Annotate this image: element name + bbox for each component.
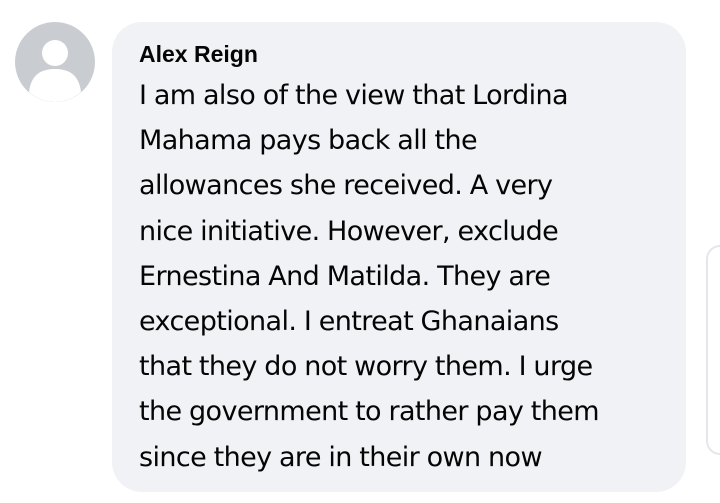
comment-author-name[interactable]: Alex Reign: [139, 41, 666, 67]
comment-text-line: Mahama pays back all the: [139, 125, 478, 157]
comment-text-line: that they do not worry them. I urge: [139, 351, 593, 383]
comment-bubble: Alex Reign I am also of the view that Lo…: [112, 22, 686, 492]
comment-text-line: nice initiative. However, exclude: [139, 215, 559, 247]
default-user-silhouette-icon: [29, 40, 81, 102]
adjacent-panel-edge: [706, 245, 720, 455]
comment-text-line: allowances she received. A very: [139, 170, 553, 202]
comment-text-line: Ernestina And Matilda. They are: [139, 260, 551, 292]
comment-text-line: the government to rather pay them: [139, 396, 600, 428]
comment-text-line: I am also of the view that Lordina: [139, 80, 569, 111]
avatar[interactable]: [15, 22, 95, 102]
comment-text: I am also of the view that Lordina Maham…: [139, 73, 666, 480]
comment-text-line: since they are in their own now: [139, 441, 543, 473]
comment-text-line: exceptional. I entreat Ghanaians: [139, 306, 559, 338]
